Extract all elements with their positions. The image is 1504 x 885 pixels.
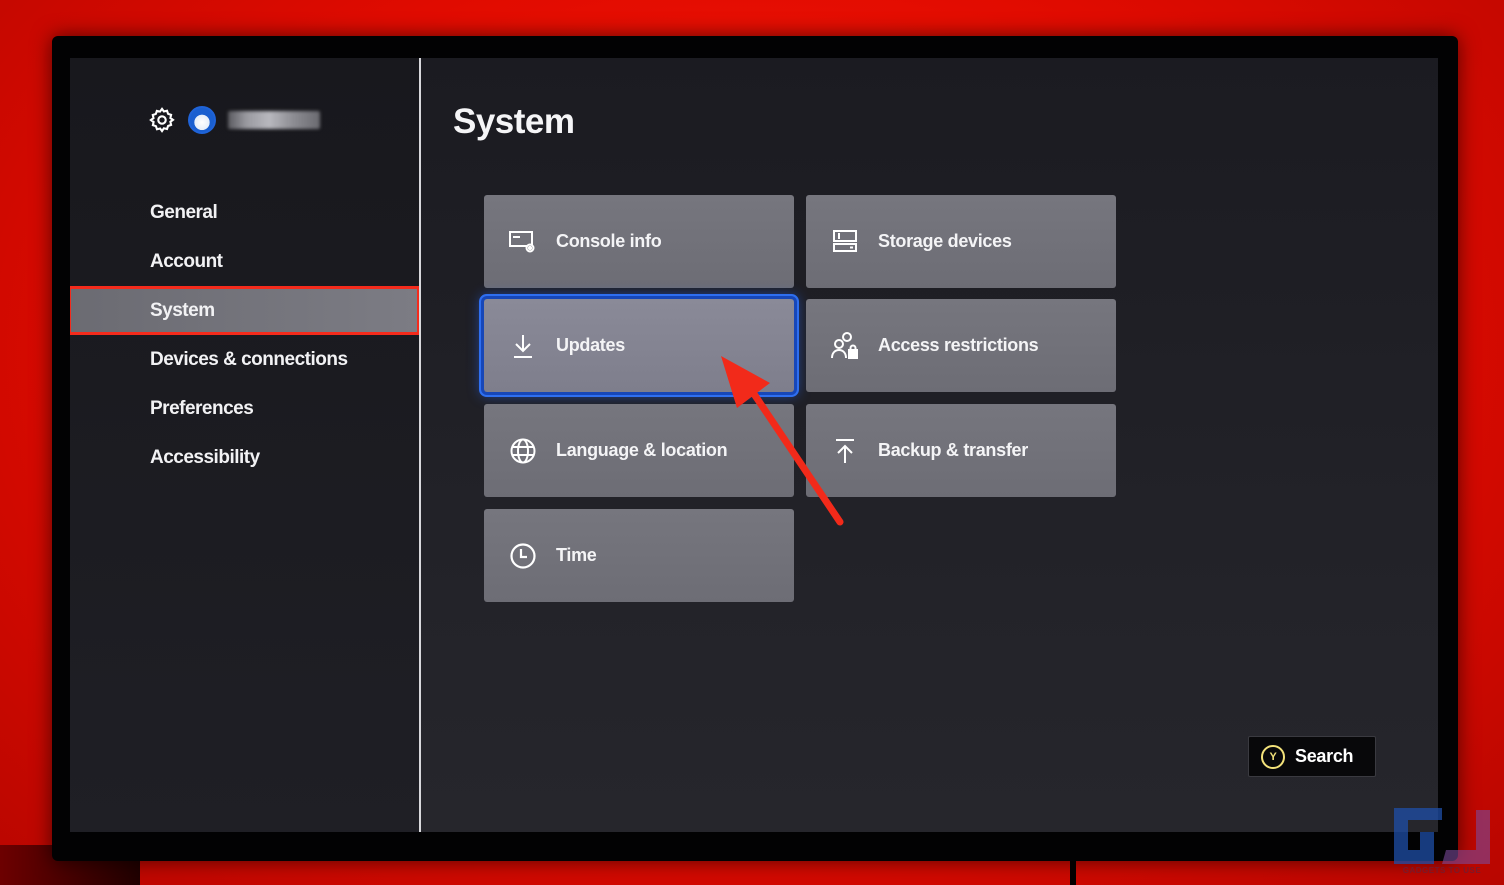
nav-item-accessibility[interactable]: Accessibility [70,433,420,482]
clock-icon [506,539,540,573]
search-button[interactable]: Y Search [1248,736,1376,777]
console-info-icon [506,225,540,259]
tile-label: Storage devices [878,231,1012,251]
profile-header [148,102,320,138]
settings-screen: General Account System Devices & connect… [70,58,1438,832]
tile-time[interactable]: Time [484,509,794,602]
nav-item-account[interactable]: Account [70,237,420,286]
download-icon [506,329,540,363]
nav-item-preferences[interactable]: Preferences [70,384,420,433]
tile-label: Time [556,545,597,565]
tile-backup-transfer[interactable]: Backup & transfer [806,404,1116,497]
tile-console-info[interactable]: Console info [484,195,794,288]
tile-label: Console info [556,231,662,251]
page-title: System [453,102,575,141]
upload-icon [828,434,862,468]
search-label: Search [1295,746,1354,766]
tile-label: Updates [556,335,625,355]
y-button-icon: Y [1261,744,1285,769]
profile-avatar[interactable] [188,106,216,134]
nav-item-devices-connections[interactable]: Devices & connections [70,335,420,384]
settings-nav-list: General Account System Devices & connect… [70,188,420,482]
settings-nav-pane: General Account System Devices & connect… [70,58,420,832]
gamertag-redacted [228,111,320,129]
tile-label: Backup & transfer [878,440,1028,460]
users-lock-icon [828,329,862,363]
pane-divider [419,58,421,832]
nav-item-system[interactable]: System [70,286,420,335]
tile-storage-devices[interactable]: Storage devices [806,195,1116,288]
storage-icon [828,225,862,259]
tile-label: Access restrictions [878,335,1039,355]
gear-icon [148,106,176,134]
tile-label: Language & location [556,440,728,460]
watermark-text: GADGETS TO USE [1402,866,1482,875]
globe-icon [506,434,540,468]
tile-language-location[interactable]: Language & location [484,404,794,497]
tile-updates[interactable]: Updates [484,299,794,392]
nav-item-general[interactable]: General [70,188,420,237]
tile-access-restrictions[interactable]: Access restrictions [806,299,1116,392]
